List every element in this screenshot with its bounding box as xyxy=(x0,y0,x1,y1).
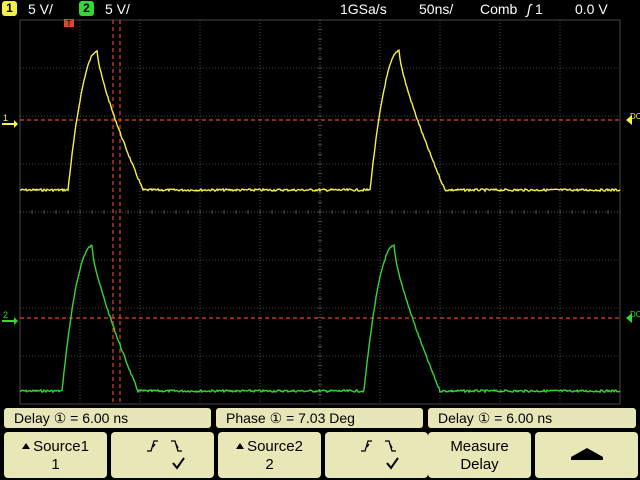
source2-label: Source2 xyxy=(247,438,303,455)
trigger-edge-icon: ʃ xyxy=(527,1,532,17)
measurement-2-equals: = xyxy=(286,410,295,426)
source2-value: 2 xyxy=(265,456,274,473)
measure-line1: Measure xyxy=(450,438,509,455)
falling-edge-icon xyxy=(171,440,182,452)
up-triangle-icon xyxy=(22,443,31,449)
channel1-ground-label: 1 xyxy=(3,113,8,123)
measurement-2[interactable]: Phase ① = 7.03 Deg xyxy=(216,408,423,428)
measurement-2-source: ① xyxy=(269,410,283,426)
channel2-waveform xyxy=(19,243,621,394)
status-bar: 1 5 V/ 2 5 V/ 1GSa/s 50ns/ Comb ʃ 1 0.0 … xyxy=(0,0,640,18)
rising-edge-icon xyxy=(147,440,158,452)
measurement-1-label: Delay xyxy=(14,410,50,426)
measure-line2: Delay xyxy=(460,456,499,473)
measurement-bar: Delay ① = 6.00 ns Phase ① = 7.03 Deg Del… xyxy=(0,406,640,430)
checkmark-icon xyxy=(386,457,399,470)
channel2-ground-label: 2 xyxy=(3,310,8,320)
trigger-mode: Comb xyxy=(480,1,518,17)
channel2-ground-marker[interactable]: 2 xyxy=(2,310,18,325)
softkey-bar: Source1 1 Source2 2 Measure Delay xyxy=(0,430,640,480)
channel1-coupling-label: DC xyxy=(630,112,640,121)
up-arrow-icon xyxy=(570,448,603,457)
back-softkey[interactable] xyxy=(535,432,638,478)
channel2-coupling-label: DC xyxy=(630,310,640,319)
measurement-2-value: 7.03 Deg xyxy=(298,410,355,426)
measurement-3-equals: = xyxy=(494,410,503,426)
timebase: 50ns/ xyxy=(419,1,454,17)
source1-softkey[interactable]: Source1 1 xyxy=(4,432,107,478)
sample-rate: 1GSa/s xyxy=(340,1,387,17)
measurement-1-equals: = xyxy=(70,410,79,426)
checkmark-icon xyxy=(172,457,185,470)
graticule xyxy=(19,19,621,405)
measurement-3[interactable]: Delay ① = 6.00 ns xyxy=(428,408,636,428)
falling-edge-icon xyxy=(385,440,396,452)
up-arrow-icon-bar xyxy=(570,457,603,460)
channel1-coupling-marker: DC xyxy=(626,112,640,125)
edge1-icons xyxy=(147,440,185,470)
edge2-icons xyxy=(361,440,399,470)
channel2-scale: 5 V/ xyxy=(105,1,130,17)
waveform-display: T 1 2 DC DC xyxy=(2,19,640,405)
measurement-2-label: Phase xyxy=(226,410,266,426)
trigger-marker-label: T xyxy=(67,19,72,28)
source1-label: Source1 xyxy=(33,438,89,455)
edge1-softkey[interactable] xyxy=(111,432,214,478)
edge2-softkey[interactable] xyxy=(325,432,428,478)
measurement-1-value: 6.00 ns xyxy=(82,410,129,426)
measurement-1[interactable]: Delay ① = 6.00 ns xyxy=(4,408,211,428)
measurement-3-source: ① xyxy=(477,410,491,426)
channel2-coupling-marker: DC xyxy=(626,310,640,323)
channel1-scale: 5 V/ xyxy=(28,1,53,17)
trigger-level: 0.0 V xyxy=(575,1,608,17)
measurement-3-value: 6.00 ns xyxy=(506,410,553,426)
source2-softkey[interactable]: Source2 2 xyxy=(218,432,321,478)
channel1-badge[interactable]: 1 xyxy=(2,1,17,16)
measurement-3-label: Delay xyxy=(438,410,474,426)
source1-value: 1 xyxy=(51,456,60,473)
measurement-1-source: ① xyxy=(53,410,67,426)
trigger-source: 1 xyxy=(535,1,543,17)
up-triangle-icon xyxy=(236,443,245,449)
channel2-badge[interactable]: 2 xyxy=(79,1,94,16)
measure-delay-softkey[interactable]: Measure Delay xyxy=(428,432,531,478)
rising-edge-icon xyxy=(361,440,372,452)
trigger-marker[interactable]: T xyxy=(64,19,74,28)
channel1-ground-marker[interactable]: 1 xyxy=(2,113,18,128)
